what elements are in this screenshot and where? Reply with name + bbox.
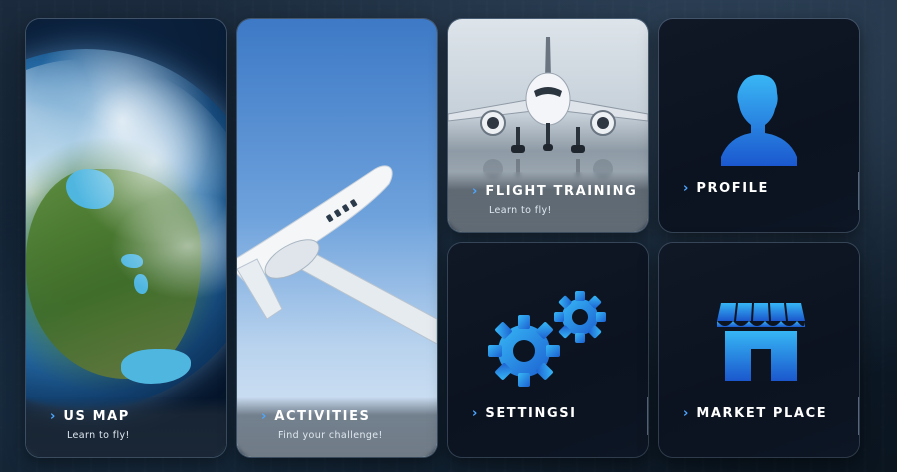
settings-tile[interactable]: › SETTINGSI	[448, 243, 648, 457]
settings-title: SETTINGSI	[485, 406, 577, 421]
chevron-right-icon: ›	[472, 406, 478, 421]
market-place-title: MARKET PLACE	[696, 406, 828, 421]
profile-title: PROFILE	[696, 181, 770, 196]
flight-training-title: FLIGHT TRAINING	[485, 184, 638, 199]
us-map-tile[interactable]: › US MAP Learn to fly!	[26, 19, 226, 457]
profile-tile[interactable]: › PROFILE	[659, 19, 859, 232]
profile-caption: › PROFILE	[659, 169, 859, 232]
us-map-caption: › US MAP Learn to fly!	[26, 397, 226, 457]
flight-training-tile[interactable]: › FLIGHT TRAINING Learn to fly!	[448, 19, 648, 232]
chevron-right-icon: ›	[261, 409, 267, 424]
private-jet-icon	[237, 165, 437, 345]
flight-training-caption: › FLIGHT TRAINING Learn to fly!	[448, 172, 648, 232]
us-map-title: US MAP	[63, 409, 130, 424]
chevron-right-icon: ›	[50, 409, 56, 424]
flight-training-subtitle: Learn to fly!	[489, 205, 552, 216]
market-place-tile[interactable]: › MARKET PLACE	[659, 243, 859, 457]
chevron-right-icon: ›	[683, 406, 689, 421]
person-silhouette-icon	[719, 71, 799, 170]
chevron-right-icon: ›	[683, 181, 689, 196]
activities-tile[interactable]: › ACTIVITIES Find your challenge!	[237, 19, 437, 457]
jet-in-sky-image	[237, 19, 437, 457]
settings-caption: › SETTINGSI	[448, 394, 648, 457]
chevron-right-icon: ›	[472, 184, 478, 199]
app-screen: › US MAP Learn to fly! › ACTIVITIES Find…	[0, 0, 897, 472]
activities-title: ACTIVITIES	[274, 409, 371, 424]
gears-icon	[482, 289, 612, 393]
earth-image	[26, 19, 226, 457]
market-place-caption: › MARKET PLACE	[659, 394, 859, 457]
activities-subtitle: Find your challenge!	[278, 430, 383, 441]
us-map-subtitle: Learn to fly!	[67, 430, 130, 441]
activities-caption: › ACTIVITIES Find your challenge!	[237, 397, 437, 457]
storefront-icon	[713, 299, 809, 389]
